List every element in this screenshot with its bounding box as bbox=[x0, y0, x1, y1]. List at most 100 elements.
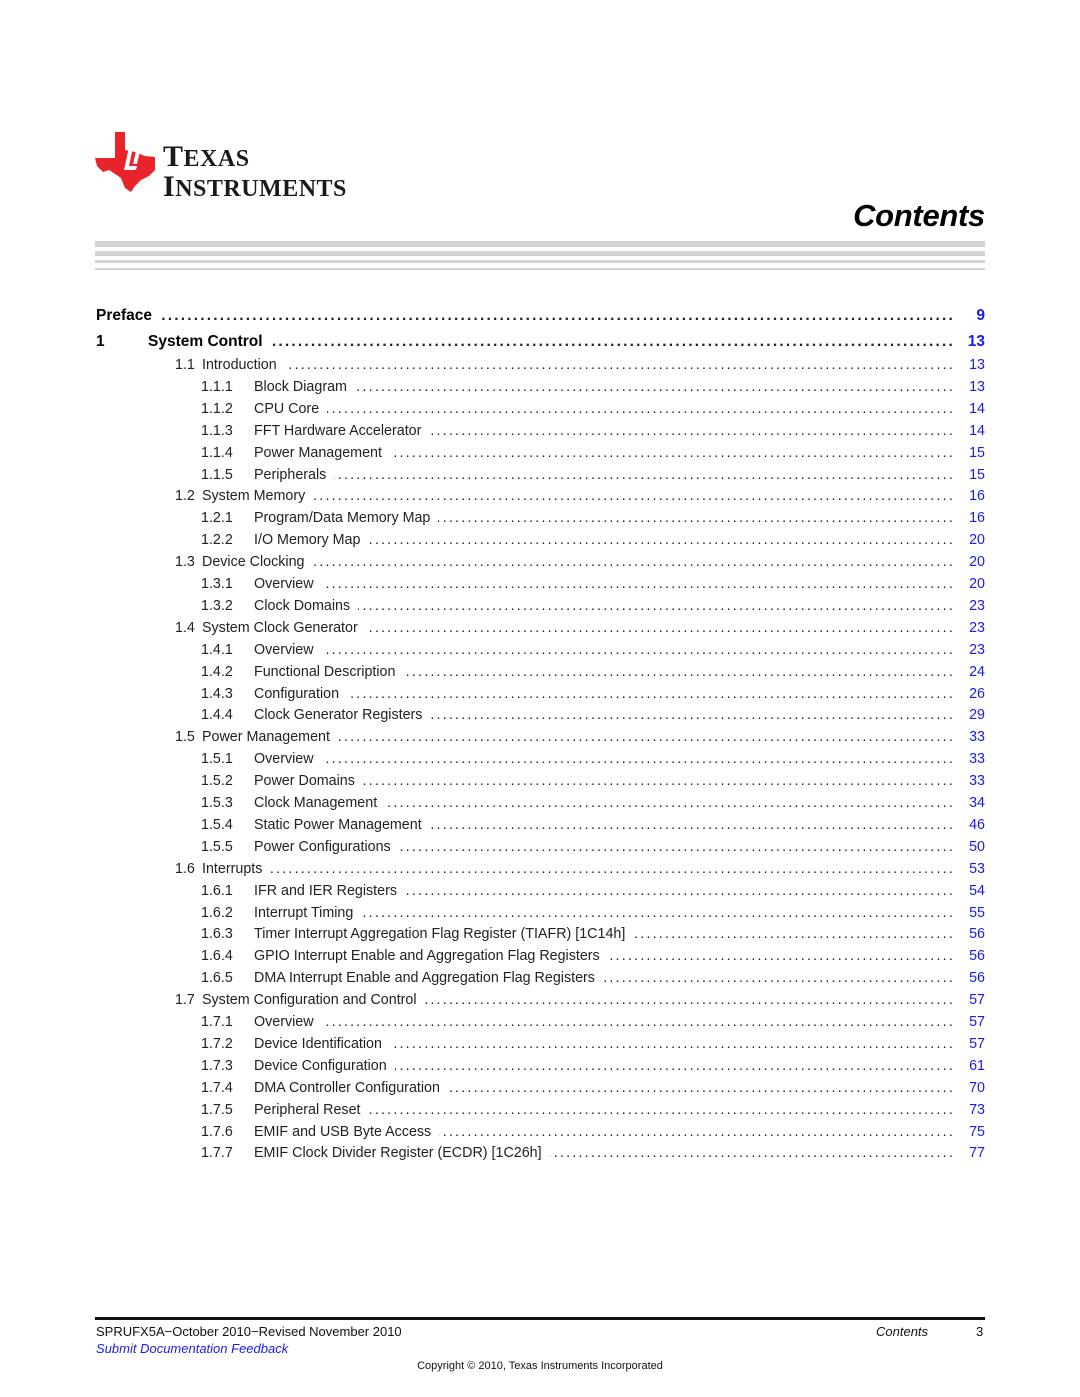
toc-entry[interactable]: 1.3.....................................… bbox=[0, 551, 1080, 574]
toc-entry[interactable]: 1.6.4...................................… bbox=[0, 945, 1080, 968]
toc-entry-page-link[interactable]: 55 bbox=[969, 902, 985, 924]
toc-entry-title[interactable]: Interrupts bbox=[202, 857, 271, 880]
toc-entry-title[interactable]: Power Configurations bbox=[254, 835, 399, 858]
toc-entry-page-link[interactable]: 13 bbox=[968, 331, 985, 353]
toc-entry-page-link[interactable]: 57 bbox=[969, 1011, 985, 1033]
toc-entry-title[interactable]: Interrupt Timing bbox=[254, 901, 362, 924]
toc-entry[interactable]: 1.2.2...................................… bbox=[0, 529, 1080, 552]
toc-entry-title[interactable]: Program/Data Memory Map bbox=[254, 507, 439, 530]
toc-entry[interactable]: 1.7.6...................................… bbox=[0, 1120, 1080, 1143]
toc-entry-title[interactable]: Configuration bbox=[254, 682, 348, 705]
toc-entry-page-link[interactable]: 75 bbox=[969, 1121, 985, 1143]
toc-entry[interactable]: 1.1.5...................................… bbox=[0, 463, 1080, 486]
toc-entry[interactable]: 1.6.....................................… bbox=[0, 857, 1080, 880]
toc-entry[interactable]: 1.6.1...................................… bbox=[0, 879, 1080, 902]
toc-entry-page-link[interactable]: 16 bbox=[969, 507, 985, 529]
toc-entry[interactable]: 1.3.2...................................… bbox=[0, 594, 1080, 617]
toc-entry-title[interactable]: CPU Core bbox=[254, 397, 328, 420]
submit-feedback-link[interactable]: Submit Documentation Feedback bbox=[96, 1341, 288, 1356]
toc-entry-title[interactable]: Clock Management bbox=[254, 792, 386, 814]
toc-entry-page-link[interactable]: 13 bbox=[969, 376, 985, 398]
toc-entry-page-link[interactable]: 56 bbox=[969, 923, 985, 945]
toc-entry[interactable]: 1.4.1...................................… bbox=[0, 638, 1080, 661]
toc-entry-page-link[interactable]: 56 bbox=[969, 967, 985, 989]
toc-entry-title[interactable]: Static Power Management bbox=[254, 813, 430, 836]
toc-entry-title[interactable]: Device Identification bbox=[254, 1032, 390, 1055]
toc-entry[interactable]: 1.1.1...................................… bbox=[0, 375, 1080, 398]
toc-entry-page-link[interactable]: 13 bbox=[969, 354, 985, 376]
toc-entry[interactable]: 1.6.5...................................… bbox=[0, 967, 1080, 990]
toc-entry-page-link[interactable]: 20 bbox=[969, 551, 985, 573]
toc-entry[interactable]: 1.6.2...................................… bbox=[0, 901, 1080, 924]
toc-entry[interactable]: ........................................… bbox=[0, 305, 1080, 327]
toc-entry-title[interactable]: Preface bbox=[96, 305, 161, 327]
toc-entry[interactable]: 1.1.4...................................… bbox=[0, 441, 1080, 464]
toc-entry[interactable]: 1.7.4...................................… bbox=[0, 1076, 1080, 1099]
toc-entry[interactable]: 1.7.7...................................… bbox=[0, 1142, 1080, 1165]
toc-entry-title[interactable]: Overview bbox=[254, 638, 322, 661]
toc-entry-title[interactable]: DMA Interrupt Enable and Aggregation Fla… bbox=[254, 967, 603, 990]
toc-entry[interactable]: 1.7.....................................… bbox=[0, 989, 1080, 1012]
toc-entry-page-link[interactable]: 50 bbox=[969, 836, 985, 858]
toc-entry[interactable]: 1.2.....................................… bbox=[0, 485, 1080, 508]
toc-entry-page-link[interactable]: 77 bbox=[969, 1142, 985, 1164]
toc-entry-title[interactable]: Clock Domains bbox=[254, 594, 359, 617]
toc-entry-page-link[interactable]: 33 bbox=[969, 726, 985, 748]
toc-entry[interactable]: 1.6.3...................................… bbox=[0, 923, 1080, 946]
toc-entry-title[interactable]: EMIF Clock Divider Register (ECDR) [1C26… bbox=[254, 1142, 550, 1165]
toc-entry[interactable]: 1.4.4...................................… bbox=[0, 704, 1080, 727]
toc-entry-title[interactable]: Power Domains bbox=[254, 770, 363, 793]
toc-entry-title[interactable]: Device Clocking bbox=[202, 551, 313, 574]
toc-entry-title[interactable]: Peripheral Reset bbox=[254, 1098, 369, 1121]
toc-entry-title[interactable]: System Control bbox=[148, 331, 271, 353]
toc-entry-page-link[interactable]: 34 bbox=[969, 792, 985, 814]
toc-entry-page-link[interactable]: 73 bbox=[969, 1099, 985, 1121]
toc-entry-title[interactable]: FFT Hardware Accelerator bbox=[254, 419, 430, 442]
toc-entry[interactable]: 1.7.1...................................… bbox=[0, 1011, 1080, 1033]
toc-entry-title[interactable]: IFR and IER Registers bbox=[254, 879, 406, 902]
toc-entry[interactable]: 1.7.3...................................… bbox=[0, 1054, 1080, 1077]
toc-entry-page-link[interactable]: 24 bbox=[969, 661, 985, 683]
toc-entry-page-link[interactable]: 70 bbox=[969, 1077, 985, 1099]
toc-entry[interactable]: 1.......................................… bbox=[0, 331, 1080, 353]
toc-entry-title[interactable]: Power Management bbox=[202, 726, 338, 749]
toc-entry[interactable]: 1.5.1...................................… bbox=[0, 748, 1080, 771]
toc-entry-title[interactable]: Overview bbox=[254, 748, 322, 771]
toc-entry-page-link[interactable]: 57 bbox=[969, 1033, 985, 1055]
toc-entry-page-link[interactable]: 23 bbox=[969, 639, 985, 661]
toc-entry-page-link[interactable]: 53 bbox=[969, 858, 985, 880]
toc-entry-page-link[interactable]: 23 bbox=[969, 595, 985, 617]
toc-entry-title[interactable]: Device Configuration bbox=[254, 1054, 395, 1077]
toc-entry[interactable]: 1.3.1...................................… bbox=[0, 573, 1080, 595]
toc-entry-title[interactable]: Peripherals bbox=[254, 463, 335, 486]
toc-entry-page-link[interactable]: 61 bbox=[969, 1055, 985, 1077]
toc-entry[interactable]: 1.5.2...................................… bbox=[0, 770, 1080, 793]
toc-entry-page-link[interactable]: 15 bbox=[969, 442, 985, 464]
toc-entry-title[interactable]: Power Management bbox=[254, 441, 390, 464]
toc-entry-page-link[interactable]: 16 bbox=[969, 485, 985, 507]
toc-entry-title[interactable]: Overview bbox=[254, 1011, 322, 1033]
toc-entry-page-link[interactable]: 33 bbox=[969, 748, 985, 770]
toc-entry-page-link[interactable]: 56 bbox=[969, 945, 985, 967]
toc-entry-title[interactable]: Timer Interrupt Aggregation Flag Registe… bbox=[254, 923, 634, 946]
toc-entry-page-link[interactable]: 15 bbox=[969, 464, 985, 486]
toc-entry-page-link[interactable]: 14 bbox=[969, 420, 985, 442]
toc-entry-page-link[interactable]: 20 bbox=[969, 573, 985, 595]
toc-entry-title[interactable]: I/O Memory Map bbox=[254, 529, 369, 552]
toc-entry[interactable]: 1.2.1...................................… bbox=[0, 507, 1080, 530]
toc-entry-page-link[interactable]: 23 bbox=[969, 617, 985, 639]
toc-entry[interactable]: 1.4.3...................................… bbox=[0, 682, 1080, 705]
toc-entry-page-link[interactable]: 9 bbox=[976, 305, 985, 327]
toc-entry-page-link[interactable]: 14 bbox=[969, 398, 985, 420]
toc-entry-page-link[interactable]: 33 bbox=[969, 770, 985, 792]
toc-entry-page-link[interactable]: 57 bbox=[969, 989, 985, 1011]
toc-entry[interactable]: 1.7.5...................................… bbox=[0, 1098, 1080, 1121]
toc-entry-page-link[interactable]: 20 bbox=[969, 529, 985, 551]
toc-entry[interactable]: 1.5.5...................................… bbox=[0, 835, 1080, 858]
toc-entry[interactable]: 1.1.2...................................… bbox=[0, 397, 1080, 420]
toc-entry[interactable]: 1.1.....................................… bbox=[0, 354, 1080, 376]
toc-entry-page-link[interactable]: 29 bbox=[969, 704, 985, 726]
toc-entry-title[interactable]: System Clock Generator bbox=[202, 616, 366, 639]
toc-entry-title[interactable]: System Configuration and Control bbox=[202, 989, 425, 1012]
toc-entry[interactable]: 1.4.....................................… bbox=[0, 616, 1080, 639]
